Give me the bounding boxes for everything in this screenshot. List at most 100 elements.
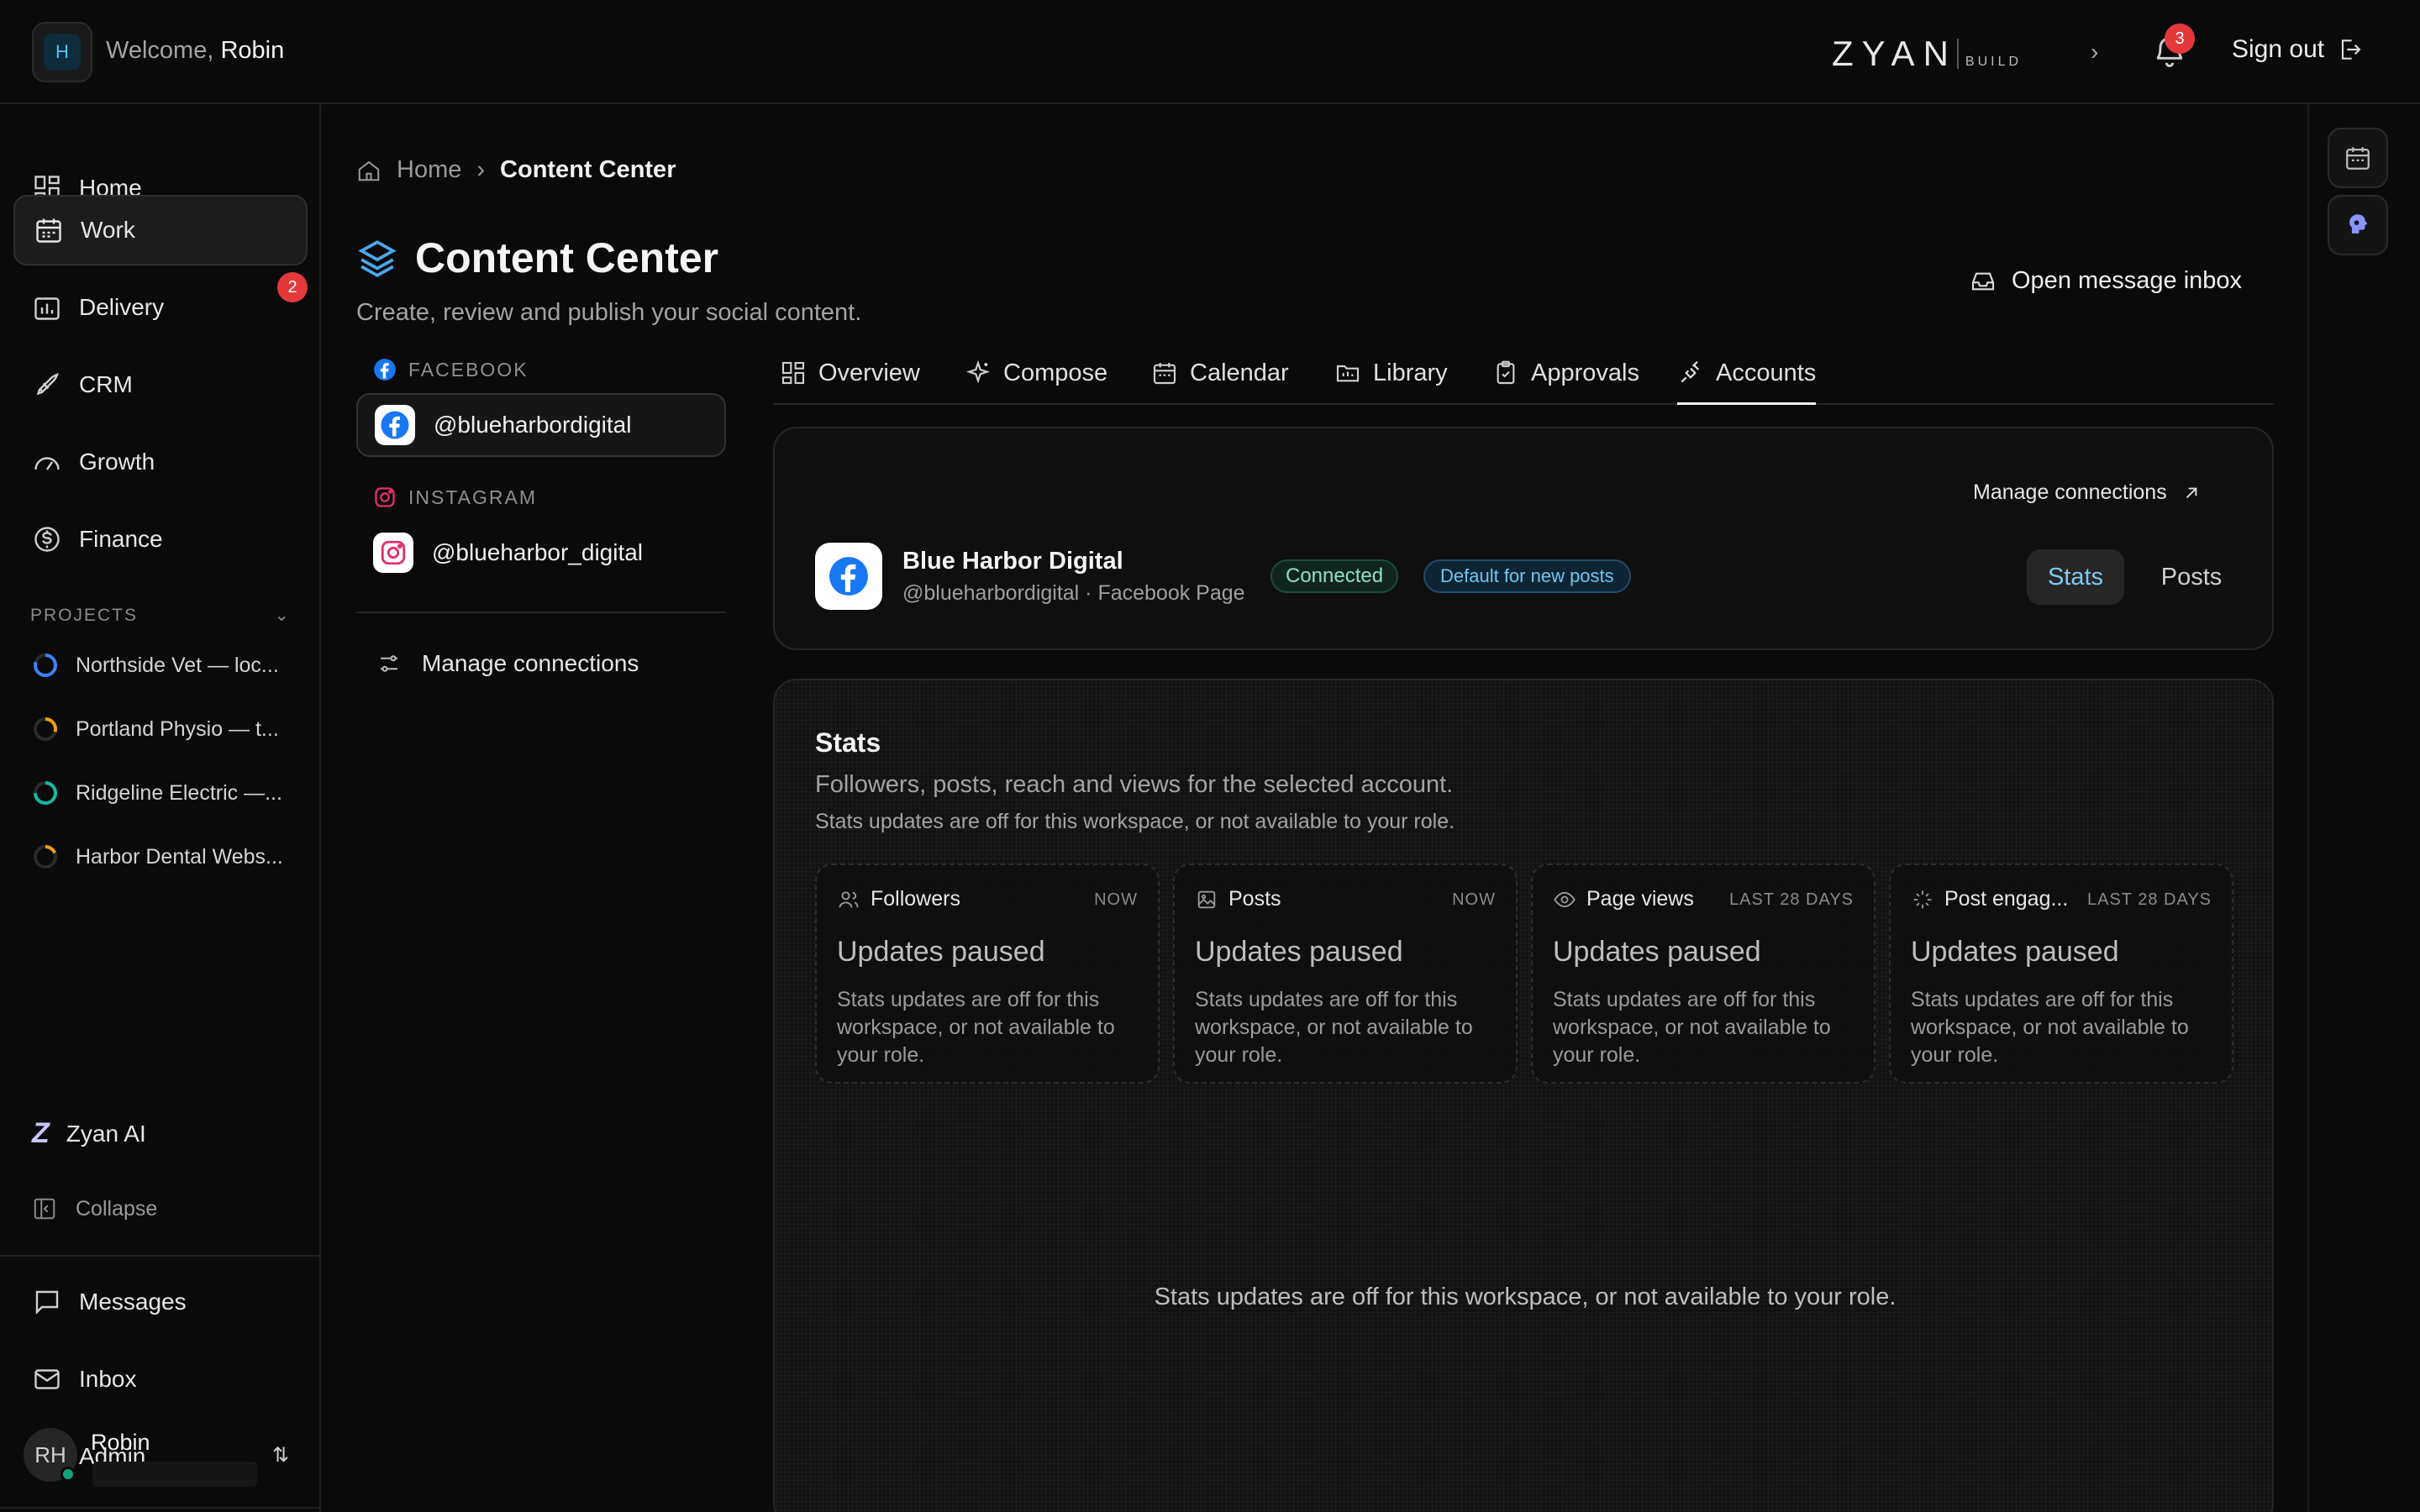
tab-overview[interactable]: Overview bbox=[780, 353, 920, 405]
account-handle: @blueharbor_digital bbox=[432, 539, 644, 565]
right-rail bbox=[2307, 104, 2420, 1512]
breadcrumb-home[interactable]: Home bbox=[397, 156, 461, 184]
tab-label: Overview bbox=[818, 360, 920, 386]
home-icon bbox=[358, 160, 380, 181]
user-menu[interactable]: RH Robin ⇅ bbox=[24, 1428, 301, 1495]
plug-icon bbox=[1681, 360, 1700, 383]
account-card: Manage connections Blue Harbor Digital @… bbox=[773, 427, 2274, 650]
user-email-redacted bbox=[92, 1462, 257, 1487]
sidebar-item-label: Inbox bbox=[79, 1366, 137, 1392]
stat-tile-posts: Posts NOW Updates paused Stats updates a… bbox=[1173, 864, 1518, 1084]
manage-connections-label: Manage connections bbox=[1973, 480, 2167, 504]
sign-out-label: Sign out bbox=[2232, 35, 2325, 63]
sign-out-button[interactable]: Sign out bbox=[2232, 35, 2363, 64]
sidebar-item-crm[interactable]: CRM bbox=[13, 349, 308, 420]
sidebar-item-label: Delivery bbox=[79, 294, 165, 320]
stat-label: Page views bbox=[1586, 887, 1694, 911]
zyan-logo-icon: Z bbox=[32, 1117, 50, 1149]
account-handle: @blueharbordigital bbox=[434, 412, 632, 438]
account-item-instagram[interactable]: @blueharbor_digital bbox=[356, 521, 726, 585]
chevron-up-down-icon: ⇅ bbox=[272, 1444, 290, 1467]
sidebar-divider bbox=[0, 1507, 319, 1509]
tab-compose[interactable]: Compose bbox=[965, 353, 1107, 405]
project-item[interactable]: Ridgeline Electric —... bbox=[32, 776, 301, 810]
stat-label: Post engag... bbox=[1944, 887, 2069, 911]
stat-value: Updates paused bbox=[837, 936, 1045, 968]
manage-connections-link[interactable]: Manage connections bbox=[1973, 480, 2202, 505]
stat-period: NOW bbox=[1094, 890, 1138, 909]
inbox-icon bbox=[1971, 272, 1995, 290]
account-name: Blue Harbor Digital bbox=[902, 548, 1123, 575]
app-root: H Welcome, Robin ZYAN BUILD › 3 Sign out… bbox=[0, 0, 2420, 1512]
layers-icon bbox=[358, 240, 397, 277]
sidebar-item-work[interactable]: Work bbox=[13, 195, 308, 265]
zyan-ai-button[interactable]: Z Zyan AI bbox=[32, 1117, 146, 1150]
sidebar-divider bbox=[0, 1255, 319, 1257]
project-name: Ridgeline Electric —... bbox=[76, 780, 282, 805]
arrow-up-right-icon bbox=[2186, 487, 2197, 498]
brand-logo[interactable]: ZYAN BUILD bbox=[1832, 34, 2022, 71]
stats-empty-message: Stats updates are off for this workspace… bbox=[1154, 1284, 1897, 1310]
page-title-text: Content Center bbox=[415, 234, 719, 281]
sidebar: Home Work Delivery 2 CRM Growth Finance … bbox=[0, 104, 321, 1512]
rail-assistant-button[interactable] bbox=[2328, 195, 2388, 255]
message-icon bbox=[35, 1290, 59, 1315]
projects-section-header[interactable]: PROJECTS ⌄ bbox=[30, 605, 291, 626]
sidebar-item-finance[interactable]: Finance bbox=[13, 504, 308, 575]
stats-title: Stats bbox=[815, 727, 881, 758]
brand-separator bbox=[1956, 39, 1959, 69]
progress-ring-icon bbox=[34, 654, 57, 677]
folder-icon bbox=[1336, 365, 1360, 382]
sidebar-item-label: Work bbox=[81, 217, 135, 243]
manage-connections-link[interactable]: Manage connections bbox=[376, 650, 639, 677]
facebook-heading: FACEBOOK bbox=[408, 358, 529, 381]
project-item[interactable]: Portland Physio — t... bbox=[32, 712, 301, 746]
workspace-initial: H bbox=[44, 34, 81, 71]
gauge-icon bbox=[34, 457, 60, 470]
instagram-section-header: INSTAGRAM bbox=[373, 486, 537, 509]
sidebar-item-label: Messages bbox=[79, 1289, 187, 1315]
breadcrumb-separator-icon: › bbox=[476, 156, 486, 183]
project-item[interactable]: Harbor Dental Webs... bbox=[32, 840, 301, 874]
brand-chevron-icon[interactable]: › bbox=[2091, 39, 2098, 66]
tab-label: Calendar bbox=[1190, 360, 1289, 386]
stat-value: Updates paused bbox=[1553, 936, 1761, 968]
account-item-facebook[interactable]: @blueharbordigital bbox=[356, 393, 726, 457]
chevron-down-icon: ⌄ bbox=[274, 606, 291, 625]
stat-tile-header: Posts bbox=[1195, 887, 1281, 911]
tab-library[interactable]: Library bbox=[1334, 353, 1448, 405]
delivery-count-badge: 2 bbox=[277, 272, 308, 302]
facebook-section-header: FACEBOOK bbox=[373, 358, 529, 381]
stats-note: Stats updates are off for this workspace… bbox=[815, 810, 1455, 833]
rail-calendar-button[interactable] bbox=[2328, 128, 2388, 188]
calendar-icon bbox=[2346, 147, 2370, 170]
image-icon bbox=[1197, 890, 1216, 908]
tab-label: Accounts bbox=[1716, 360, 1817, 386]
project-item[interactable]: Northside Vet — loc... bbox=[32, 648, 301, 682]
content-tabs: Overview Compose Calendar Library Approv… bbox=[773, 353, 2274, 405]
open-message-inbox-label: Open message inbox bbox=[2012, 267, 2243, 294]
page-subtitle: Create, review and publish your social c… bbox=[356, 299, 862, 326]
sidebar-item-delivery[interactable]: Delivery bbox=[13, 272, 308, 343]
stat-tile-post-engagement: Post engag... LAST 28 DAYS Updates pause… bbox=[1889, 864, 2233, 1084]
sidebar-item-label: CRM bbox=[79, 371, 133, 397]
page-title: Content Center bbox=[356, 234, 718, 282]
top-bar: H Welcome, Robin ZYAN BUILD › 3 Sign out bbox=[0, 0, 2420, 104]
tab-approvals[interactable]: Approvals bbox=[1492, 353, 1639, 405]
tab-calendar[interactable]: Calendar bbox=[1151, 353, 1289, 405]
workspace-switcher[interactable]: H bbox=[32, 22, 92, 82]
stat-tile-header: Post engag... bbox=[1911, 887, 2068, 911]
collapse-sidebar-button[interactable]: Collapse bbox=[32, 1196, 157, 1221]
stats-description: Followers, posts, reach and views for th… bbox=[815, 771, 1454, 798]
status-badge: Connected bbox=[1270, 559, 1399, 593]
tab-accounts[interactable]: Accounts bbox=[1677, 353, 1817, 405]
segment-stats-button[interactable]: Stats bbox=[2027, 549, 2124, 605]
rocket-icon bbox=[36, 373, 59, 396]
segment-posts-button[interactable]: Posts bbox=[2143, 549, 2240, 605]
facebook-icon bbox=[374, 359, 396, 381]
sidebar-item-inbox[interactable]: Inbox bbox=[13, 1344, 308, 1415]
sidebar-item-messages[interactable]: Messages bbox=[13, 1267, 308, 1337]
sidebar-item-growth[interactable]: Growth bbox=[13, 427, 308, 497]
open-message-inbox-button[interactable]: Open message inbox bbox=[1970, 267, 2242, 295]
sidebar-item-label: Growth bbox=[79, 449, 155, 475]
